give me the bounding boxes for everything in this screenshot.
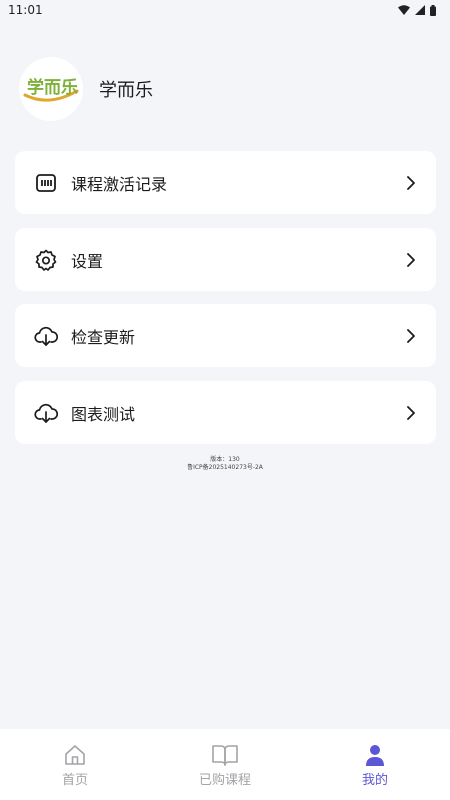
gear-icon	[34, 248, 58, 272]
barcode-icon	[34, 171, 58, 195]
battery-icon	[430, 4, 436, 16]
cell-signal-icon	[415, 5, 425, 15]
version-text: 版本：130	[210, 456, 240, 463]
profile-header: 学而乐 学而乐	[19, 57, 153, 121]
cloud-download-icon	[34, 324, 58, 348]
icp-text: 鲁ICP备2025140273号-2A	[187, 464, 263, 471]
wifi-icon	[398, 5, 410, 15]
chevron-right-icon	[404, 252, 418, 267]
tab-label: 我的	[361, 773, 388, 788]
app-logo: 学而乐	[23, 77, 79, 102]
version-info: 版本：130 鲁ICP备2025140273号-2A	[0, 456, 450, 472]
chevron-right-icon	[404, 328, 418, 343]
cloud-download-icon	[34, 401, 58, 425]
menu-item-activation-records[interactable]: 课程激活记录	[15, 151, 436, 214]
bottom-tab-bar: 首页 已购课程 我的	[0, 729, 450, 800]
menu-item-settings[interactable]: 设置	[15, 228, 436, 291]
tab-label: 首页	[61, 773, 88, 788]
menu-item-label: 设置	[71, 251, 104, 271]
status-icons	[398, 4, 436, 16]
menu-item-label: 检查更新	[71, 327, 136, 347]
user-icon	[366, 745, 384, 766]
tab-home[interactable]: 首页	[0, 729, 150, 800]
tab-mine[interactable]: 我的	[300, 729, 450, 800]
menu-item-check-update[interactable]: 检查更新	[15, 304, 436, 367]
chevron-right-icon	[404, 405, 418, 420]
home-icon	[65, 745, 85, 765]
menu-item-label: 课程激活记录	[71, 174, 168, 194]
status-time: 11:01	[8, 3, 43, 17]
book-icon	[212, 745, 238, 766]
menu-item-label: 图表测试	[71, 404, 136, 424]
svg-text:学而乐: 学而乐	[27, 77, 78, 98]
app-name: 学而乐	[99, 80, 153, 101]
tab-label: 已购课程	[198, 773, 251, 788]
avatar: 学而乐	[19, 57, 83, 121]
chevron-right-icon	[404, 175, 418, 190]
status-bar: 11:01	[0, 0, 450, 20]
menu-item-chart-test[interactable]: 图表测试	[15, 381, 436, 444]
tab-purchased-courses[interactable]: 已购课程	[150, 729, 300, 800]
